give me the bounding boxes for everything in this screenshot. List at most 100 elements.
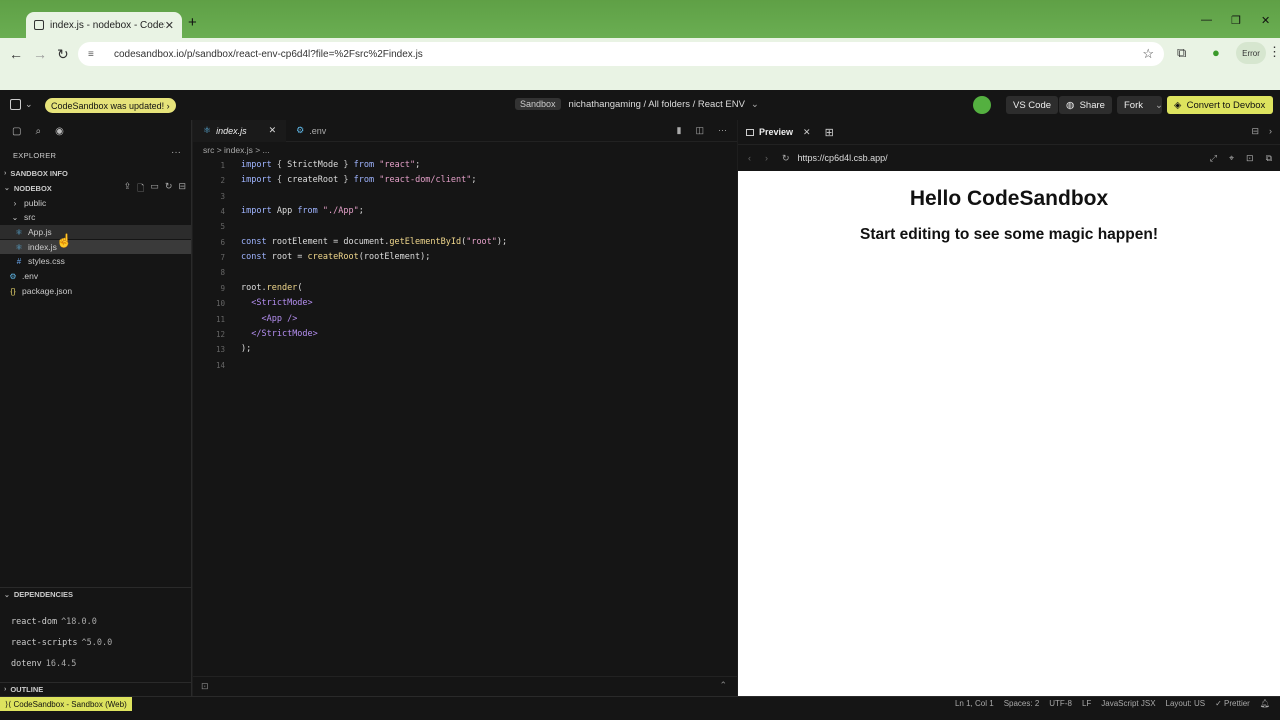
more-icon[interactable]: ··· bbox=[718, 125, 727, 136]
dependency-item[interactable]: dotenv 16.4.5 bbox=[11, 659, 76, 669]
split-editor-icon[interactable]: ◫ bbox=[695, 125, 704, 136]
remote-indicator[interactable]: ⟩⟨ CodeSandbox - Sandbox (Web) bbox=[0, 697, 132, 711]
sidebar-toolbar: ▢ ⌕ ◉ bbox=[12, 126, 64, 137]
devtools-icon[interactable]: ⊡ bbox=[1246, 153, 1254, 164]
chevron-up-icon[interactable]: ⌃ bbox=[719, 680, 727, 691]
extensions-icon[interactable]: ⧉ bbox=[1177, 45, 1186, 61]
forward-icon[interactable]: › bbox=[765, 153, 768, 163]
url-bar[interactable]: ≡ codesandbox.io/p/sandbox/react-env-cp6… bbox=[78, 42, 1164, 66]
minimize-icon[interactable]: — bbox=[1201, 14, 1212, 26]
close-tab-icon[interactable]: ✕ bbox=[165, 19, 174, 32]
line-number: 14 bbox=[215, 361, 225, 370]
new-tab-button[interactable]: + bbox=[188, 14, 197, 31]
tab-env[interactable]: ⚙ .env bbox=[286, 120, 366, 142]
language-mode[interactable]: JavaScript JSX bbox=[1101, 699, 1155, 708]
preview-tab-actions: ⊟ › bbox=[1251, 126, 1272, 137]
chevron-down-icon[interactable]: ⌄ bbox=[1155, 100, 1163, 111]
tree-file-package[interactable]: {} package.json bbox=[0, 284, 191, 298]
layout-icon[interactable]: ⊟ bbox=[1251, 126, 1259, 137]
file-icon[interactable]: ▢ bbox=[12, 126, 21, 137]
fork-button[interactable]: Fork ⌄ bbox=[1117, 96, 1163, 114]
profile-icon[interactable]: ● bbox=[1212, 45, 1220, 60]
nodebox-section[interactable]: ⌄ NODEBOX ⇪ 🗋 ▭ ↻ ⊟ bbox=[0, 181, 192, 195]
share-button[interactable]: ◍ Share bbox=[1059, 96, 1112, 114]
close-icon[interactable]: ✕ bbox=[269, 125, 277, 136]
toggle-sidebar-icon[interactable]: ▮ bbox=[677, 125, 682, 136]
browser-tab[interactable]: index.js - nodebox - CodeSandbox ✕ bbox=[26, 12, 182, 38]
search-icon[interactable]: ⌕ bbox=[35, 126, 41, 137]
tab-preview[interactable]: Preview ✕ bbox=[738, 120, 819, 144]
line-number: 10 bbox=[215, 299, 225, 308]
restore-icon[interactable]: ❐ bbox=[1231, 14, 1241, 27]
preview-nav-actions: ⤢ ⌖ ⊡ ⧉ bbox=[1210, 153, 1272, 164]
new-folder-icon[interactable]: ▭ bbox=[150, 181, 159, 197]
dependency-item[interactable]: react-dom ^18.0.0 bbox=[11, 617, 97, 627]
preview-subheading: Start editing to see some magic happen! bbox=[859, 226, 1158, 243]
add-tab-icon[interactable]: ⊞ bbox=[825, 126, 834, 139]
tree-folder-public[interactable]: › public bbox=[0, 196, 191, 210]
github-icon[interactable]: ◉ bbox=[55, 126, 64, 137]
reload-icon[interactable]: ↻ bbox=[782, 153, 790, 164]
forward-icon[interactable]: → bbox=[33, 46, 47, 62]
site-settings-icon[interactable]: ≡ bbox=[88, 49, 100, 60]
bell-icon[interactable]: 🔔︎ bbox=[1260, 699, 1270, 708]
codesandbox-icon bbox=[34, 20, 44, 30]
globe-icon: ◍ bbox=[1066, 99, 1075, 111]
tab-index-js[interactable]: ⚛ index.js ✕ bbox=[193, 119, 287, 142]
main-menu-icon[interactable] bbox=[10, 99, 21, 110]
browser-icon bbox=[746, 128, 754, 136]
cursor-position[interactable]: Ln 1, Col 1 bbox=[955, 699, 994, 708]
update-badge[interactable]: CodeSandbox was updated! › bbox=[45, 98, 176, 113]
window-close-icon[interactable]: ✕ bbox=[1261, 14, 1270, 27]
new-file-icon[interactable]: 🗋 bbox=[137, 181, 144, 197]
url-text: codesandbox.io/p/sandbox/react-env-cp6d4… bbox=[114, 48, 423, 60]
gear-icon: ⚙ bbox=[9, 271, 17, 281]
keyboard-layout[interactable]: Layout: US bbox=[1166, 699, 1206, 708]
code-line: const root = createRoot(rootElement); bbox=[241, 252, 431, 262]
indentation[interactable]: Spaces: 2 bbox=[1004, 699, 1040, 708]
encoding[interactable]: UTF-8 bbox=[1049, 699, 1072, 708]
box-icon: ◈ bbox=[1174, 99, 1182, 111]
css-icon: # bbox=[16, 256, 22, 266]
dependency-item[interactable]: react-scripts ^5.0.0 bbox=[11, 638, 112, 648]
crosshair-icon[interactable]: ⌖ bbox=[1229, 153, 1234, 164]
gear-icon: ⚙ bbox=[296, 125, 305, 135]
chevron-right-icon[interactable]: › bbox=[1269, 126, 1272, 137]
upload-icon[interactable]: ⇪ bbox=[124, 181, 132, 197]
tree-file-env[interactable]: ⚙ .env bbox=[0, 269, 191, 283]
dependencies-section[interactable]: ⌄ DEPENDENCIES bbox=[0, 587, 192, 601]
line-ending[interactable]: LF bbox=[1082, 699, 1091, 708]
outline-section[interactable]: › OUTLINE bbox=[0, 682, 192, 696]
refresh-icon[interactable]: ↻ bbox=[165, 181, 173, 197]
tree-folder-src[interactable]: ⌄ src bbox=[0, 210, 191, 224]
browser-menu-icon[interactable]: ⋮ bbox=[1268, 44, 1280, 60]
sandbox-breadcrumb[interactable]: Sandbox nichathangaming / All folders / … bbox=[515, 98, 759, 110]
preview-url[interactable]: https://cp6d4l.csb.app/ bbox=[798, 153, 888, 163]
bookmark-star-icon[interactable]: ☆ bbox=[1142, 46, 1154, 62]
sidebar: ▢ ⌕ ◉ EXPLORER ··· › SANDBOX INFO ⌄ NODEBO… bbox=[0, 120, 192, 696]
convert-to-devbox-button[interactable]: ◈ Convert to Devbox bbox=[1167, 96, 1273, 114]
collapse-all-icon[interactable]: ⊟ bbox=[178, 181, 186, 197]
reload-icon[interactable]: ↻ bbox=[57, 46, 69, 63]
mouse-cursor-icon: ☝ bbox=[56, 233, 73, 248]
tree-file-index[interactable]: ⚛ index.js bbox=[0, 240, 191, 254]
tree-file-app[interactable]: ⚛ App.js bbox=[0, 225, 191, 239]
more-icon[interactable]: ··· bbox=[171, 147, 181, 158]
close-icon[interactable]: ✕ bbox=[803, 127, 811, 138]
code-line: </StrictMode> bbox=[251, 329, 318, 339]
vscode-button[interactable]: VS Code bbox=[1006, 96, 1059, 114]
avatar[interactable] bbox=[973, 96, 991, 114]
line-number: 12 bbox=[215, 330, 225, 339]
back-icon[interactable]: ← bbox=[9, 46, 23, 62]
open-new-window-icon[interactable]: ⧉ bbox=[1266, 153, 1272, 164]
error-badge[interactable]: Error bbox=[1236, 42, 1266, 64]
terminal-icon[interactable]: ⊡ bbox=[201, 681, 209, 692]
chevron-down-icon[interactable]: ⌄ bbox=[25, 99, 33, 110]
inspect-icon[interactable]: ⤢ bbox=[1210, 153, 1217, 164]
sandbox-info-section[interactable]: › SANDBOX INFO bbox=[0, 166, 192, 180]
code-line: import App from "./App"; bbox=[241, 206, 364, 216]
chevron-right-icon: › bbox=[4, 169, 7, 177]
formatter[interactable]: ✓ Prettier bbox=[1215, 699, 1250, 708]
back-icon[interactable]: ‹ bbox=[748, 153, 751, 163]
tree-file-styles[interactable]: # styles.css bbox=[0, 254, 191, 268]
